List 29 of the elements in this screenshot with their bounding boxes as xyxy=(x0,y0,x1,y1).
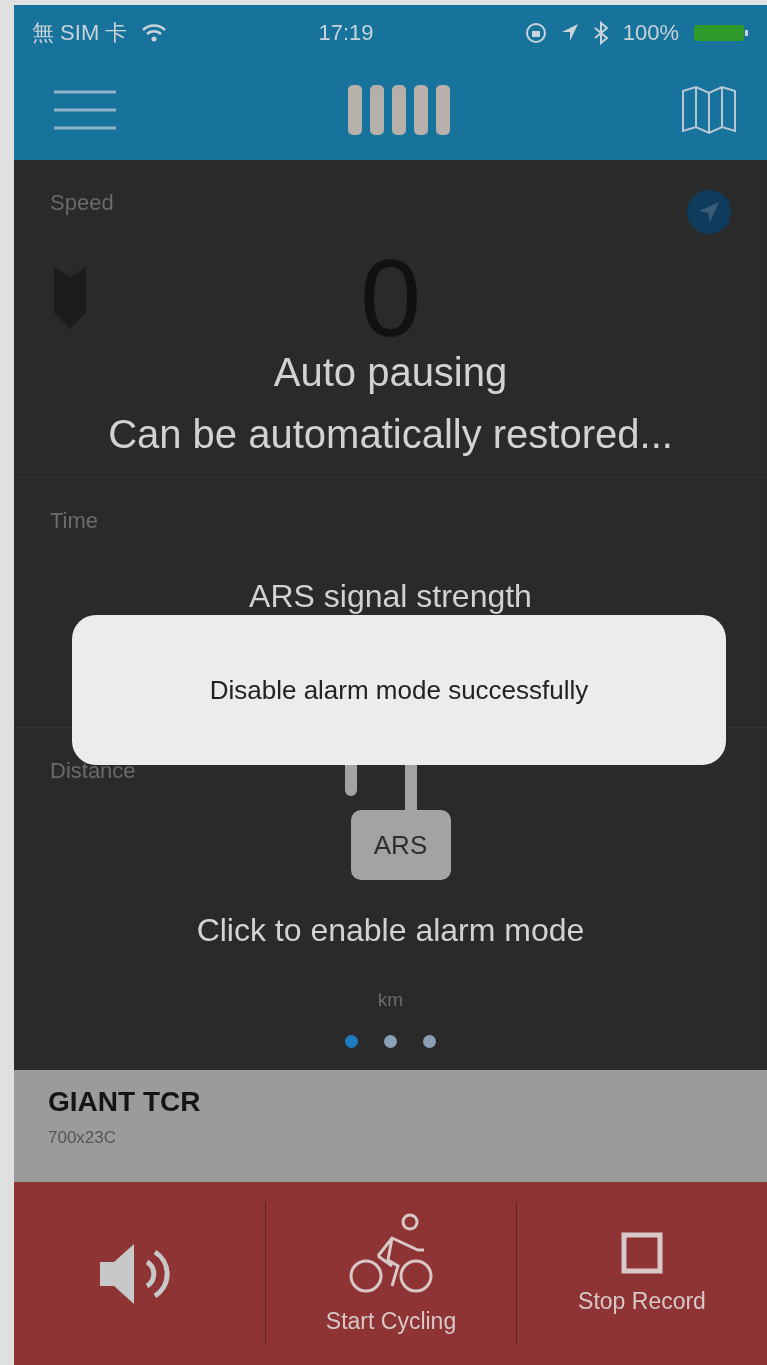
page-dot[interactable] xyxy=(345,1035,358,1048)
bike-name: GIANT TCR xyxy=(48,1086,202,1118)
carrier-text: 無 SIM 卡 xyxy=(32,18,128,47)
signal-strength-label: ARS signal strength xyxy=(249,578,532,615)
battery-icon xyxy=(693,22,749,43)
clock-time: 17:19 xyxy=(318,19,374,46)
page-dot[interactable] xyxy=(423,1035,436,1048)
alarm-hint[interactable]: Click to enable alarm mode xyxy=(196,912,585,949)
wifi-icon xyxy=(141,22,168,43)
cycle-button[interactable]: Start Cycling xyxy=(265,1202,516,1345)
alarm-lock-icon xyxy=(524,21,547,44)
location-arrow-icon xyxy=(560,22,579,43)
toast-message: Disable alarm mode successfully xyxy=(72,615,726,765)
lock-button[interactable]: ARS xyxy=(350,810,451,880)
battery-percent: 100% xyxy=(622,19,679,46)
time-label: Time xyxy=(50,508,99,533)
speed-label: Speed xyxy=(50,190,114,217)
bluetooth-icon xyxy=(592,20,609,45)
tire-size: 700x23C xyxy=(48,1128,118,1148)
cyclist-icon xyxy=(348,1212,434,1294)
distance-unit: km xyxy=(377,989,404,1011)
signal-bars-icon xyxy=(347,85,450,135)
menu-icon[interactable] xyxy=(54,89,116,131)
square-icon xyxy=(621,1232,663,1274)
page-dot[interactable] xyxy=(384,1035,397,1048)
stop-button[interactable]: Stop Record xyxy=(516,1202,767,1345)
auto-pause-title: Auto pausing xyxy=(273,350,508,395)
map-icon[interactable] xyxy=(681,85,737,135)
auto-pause-subtitle: Can be automatically restored... xyxy=(108,412,673,457)
